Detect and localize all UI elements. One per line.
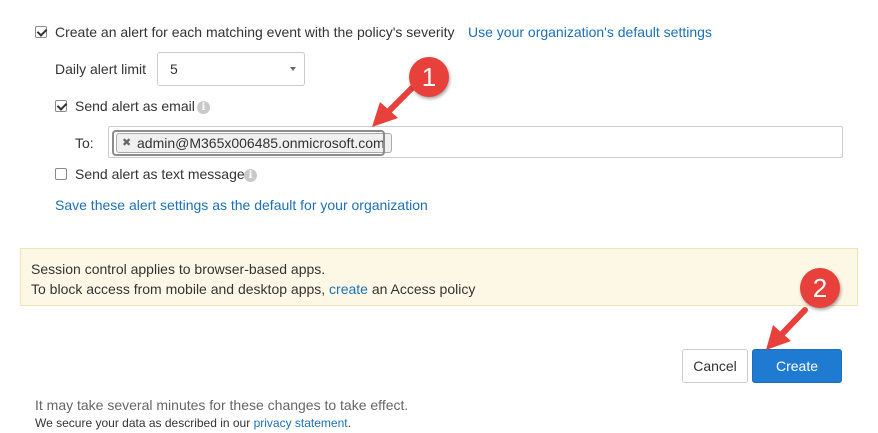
create-alert-label: Create an alert for each matching event … <box>55 24 455 40</box>
daily-limit-select[interactable]: 5 <box>157 52 305 86</box>
privacy-line: We secure your data as described in our … <box>35 416 351 430</box>
info-icon[interactable]: i <box>197 101 210 114</box>
info-icon[interactable]: i <box>244 169 257 182</box>
create-button[interactable]: Create <box>752 349 842 383</box>
privacy-prefix: We secure your data as described in our <box>35 416 254 430</box>
send-email-checkbox[interactable] <box>55 100 67 112</box>
callout-arrow-2 <box>766 307 808 350</box>
send-text-checkbox[interactable] <box>55 168 67 180</box>
send-text-label: Send alert as text message <box>75 166 245 182</box>
recipient-highlight <box>112 130 385 156</box>
to-label: To: <box>75 135 94 151</box>
privacy-suffix: . <box>347 416 351 430</box>
create-access-policy-link[interactable]: create <box>329 281 368 297</box>
banner-line-2: To block access from mobile and desktop … <box>31 281 475 297</box>
step-1-badge: 1 <box>409 57 449 97</box>
cancel-button[interactable]: Cancel <box>682 349 748 383</box>
chevron-down-icon <box>290 67 296 71</box>
daily-limit-label: Daily alert limit <box>55 61 147 77</box>
session-control-banner: Session control applies to browser-based… <box>20 248 858 306</box>
banner-line-2-suffix: an Access policy <box>367 281 476 297</box>
save-default-settings-link[interactable]: Save these alert settings as the default… <box>55 197 428 213</box>
create-alert-checkbox[interactable] <box>35 26 47 38</box>
step-2-badge: 2 <box>800 268 840 308</box>
banner-line-1: Session control applies to browser-based… <box>31 261 326 277</box>
daily-limit-value: 5 <box>170 61 178 77</box>
banner-line-2-prefix: To block access from mobile and desktop … <box>31 281 330 297</box>
footer-note: It may take several minutes for these ch… <box>35 397 409 413</box>
org-default-settings-link[interactable]: Use your organization's default settings <box>468 24 712 40</box>
privacy-statement-link[interactable]: privacy statement <box>254 416 348 430</box>
send-email-label: Send alert as email <box>75 98 195 114</box>
